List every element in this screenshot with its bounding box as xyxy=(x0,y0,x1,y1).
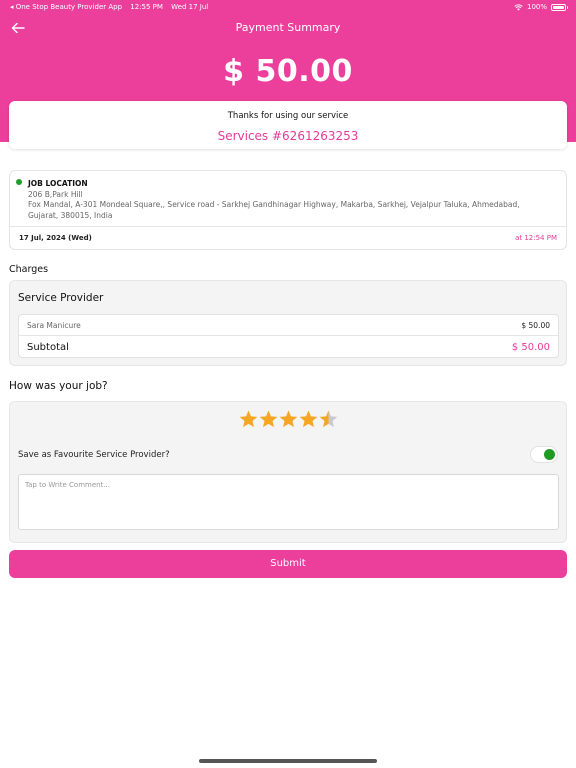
battery-icon xyxy=(551,3,568,11)
favourite-label: Save as Favourite Service Provider? xyxy=(18,450,170,460)
job-time: at 12:54 PM xyxy=(515,234,557,242)
thanks-message: Thanks for using our service xyxy=(227,111,349,121)
rating-card: Save as Favourite Service Provider? xyxy=(9,401,567,543)
status-time: 12:55 PM xyxy=(130,3,163,11)
charges-heading: Charges xyxy=(9,264,49,275)
charges-card: Service Provider Sara Manicure $ 50.00 S… xyxy=(9,280,567,366)
comment-input[interactable] xyxy=(18,474,559,530)
star-icon[interactable] xyxy=(279,407,298,431)
status-bar: ◂ One Stop Beauty Provider App 12:55 PM … xyxy=(0,0,576,14)
star-icon[interactable] xyxy=(319,407,338,431)
subtotal-value: $ 50.00 xyxy=(511,342,550,353)
divider xyxy=(10,226,566,227)
service-number: Services #6261263253 xyxy=(217,129,359,143)
back-to-app-link[interactable]: ◂ One Stop Beauty Provider App xyxy=(10,3,122,11)
battery-percent: 100% xyxy=(526,3,547,11)
rating-question: How was your job? xyxy=(9,380,108,392)
job-location-card: JOB LOCATION 206 B,Park Hill Fox Mandal,… xyxy=(9,170,567,250)
payment-amount: $ 50.00 xyxy=(223,54,353,89)
thanks-card: Thanks for using our service Services #6… xyxy=(9,101,567,149)
submit-button[interactable]: Submit xyxy=(9,550,567,578)
star-icon[interactable] xyxy=(259,407,278,431)
wifi-icon xyxy=(514,3,523,10)
job-location-heading: JOB LOCATION xyxy=(28,179,88,188)
favourite-toggle[interactable] xyxy=(530,446,558,463)
status-dot-icon xyxy=(16,179,22,185)
star-icon[interactable] xyxy=(299,407,318,431)
charge-item-name: Sara Manicure xyxy=(27,321,81,330)
toggle-knob xyxy=(544,449,555,460)
job-date: 17 Jul, 2024 (Wed) xyxy=(19,234,92,242)
subtotal-label: Subtotal xyxy=(27,342,69,353)
divider xyxy=(19,335,558,336)
charges-table: Sara Manicure $ 50.00 Subtotal $ 50.00 xyxy=(18,314,559,358)
charge-item-price: $ 50.00 xyxy=(521,321,550,330)
service-provider-title: Service Provider xyxy=(18,292,104,304)
address-line-2: Fox Mandal, A-301 Mondeal Square,, Servi… xyxy=(28,200,520,220)
star-rating[interactable] xyxy=(239,407,338,431)
status-date: Wed 17 Jul xyxy=(171,3,209,11)
home-indicator[interactable] xyxy=(199,759,377,763)
star-icon[interactable] xyxy=(239,407,258,431)
address-line-1: 206 B,Park Hill xyxy=(28,190,83,199)
page-title: Payment Summary xyxy=(235,21,341,34)
